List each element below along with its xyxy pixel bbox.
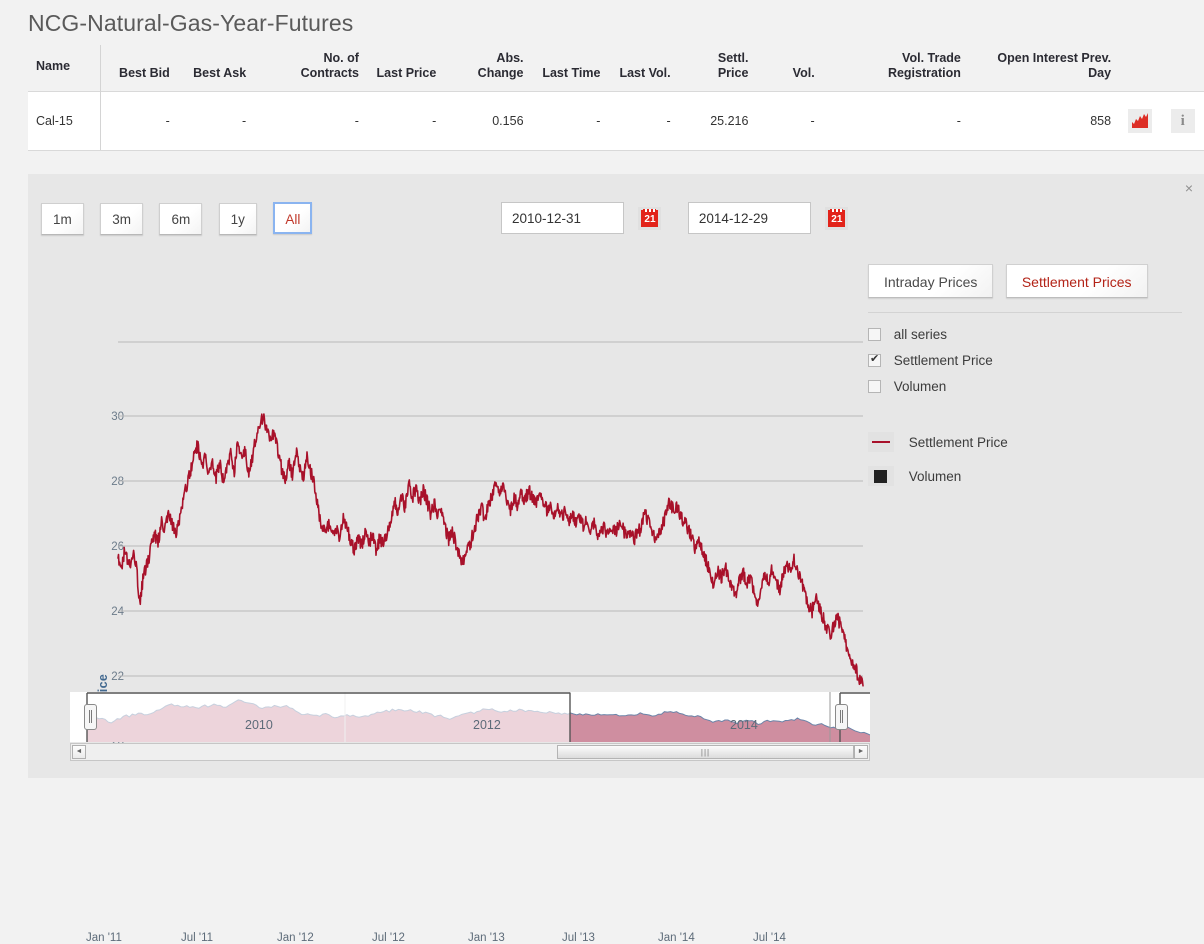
cell-last-time: -: [531, 91, 609, 151]
cell-last-price: -: [366, 91, 445, 151]
navigator-year-2012: 2012: [473, 718, 501, 732]
col-header-best-ask[interactable]: Best Ask: [177, 45, 255, 92]
x-tick-7: Jul '14: [753, 932, 786, 944]
legend-item-volumen[interactable]: Volumen: [868, 466, 1192, 486]
checkbox-row-volumen[interactable]: Volumen: [868, 379, 1192, 394]
col-header-settl-price[interactable]: Settl. Price: [678, 45, 757, 92]
cell-settl-price: 25.216: [678, 91, 757, 151]
tab-settlement-prices[interactable]: Settlement Prices: [1005, 264, 1148, 298]
date-to-input[interactable]: [687, 202, 811, 234]
cell-open-interest-prev-day: 858: [968, 91, 1120, 151]
checkbox-row-settlement-price[interactable]: Settlement Price: [868, 352, 1192, 368]
cell-last-vol: -: [608, 91, 679, 151]
series-sidebar: Intraday Prices Settlement Prices all se…: [868, 264, 1192, 500]
app-root: NCG-Natural-Gas-Year-Futures Name Best B…: [0, 0, 1204, 944]
x-tick-6: Jan '14: [658, 932, 695, 944]
info-glyph: i: [1180, 113, 1185, 129]
chart-gridlines: [118, 341, 863, 677]
x-tick-1: Jul '11: [181, 932, 214, 944]
x-tick-3: Jul '12: [372, 932, 405, 944]
legend-item-settlement-price[interactable]: Settlement Price: [868, 432, 1192, 452]
col-header-best-bid[interactable]: Best Bid: [100, 45, 178, 92]
legend-label-settlement-price: Settlement Price: [908, 435, 1008, 450]
cell-chart-action[interactable]: [1119, 91, 1162, 151]
legend-label-volumen: Volumen: [908, 469, 962, 484]
col-header-last-vol[interactable]: Last Vol.: [608, 45, 679, 92]
range-button-3m[interactable]: 3m: [100, 203, 143, 235]
chart-icon[interactable]: [1128, 109, 1153, 133]
tab-intraday-prices[interactable]: Intraday Prices: [868, 264, 994, 298]
date-from-input[interactable]: [501, 202, 624, 234]
range-button-1y[interactable]: 1y: [218, 203, 257, 235]
cell-best-bid: -: [100, 91, 178, 151]
cell-best-ask: -: [177, 91, 255, 151]
checkbox-row-all-series[interactable]: all series: [868, 327, 1192, 342]
checkbox-label-volumen: Volumen: [893, 379, 947, 394]
col-header-last-price[interactable]: Last Price: [366, 45, 445, 92]
price-plot: Price 30 28 26 24 22 20 Jan '11 Jul '11 …: [70, 254, 870, 944]
calendar-glyph-to: 21: [828, 208, 846, 227]
cell-abs-change: 0.156: [444, 91, 532, 151]
cell-info-action[interactable]: i: [1161, 91, 1204, 151]
x-tick-2: Jan '12: [277, 932, 314, 944]
navigator-year-2010: 2010: [245, 718, 273, 732]
legend-line-swatch-icon: [868, 432, 894, 452]
info-icon[interactable]: i: [1170, 109, 1195, 133]
calendar-glyph-from: 21: [641, 208, 659, 227]
range-button-1m[interactable]: 1m: [41, 203, 84, 235]
cell-no-of-contracts: -: [254, 91, 367, 151]
chart-panel: × 1m 3m 6m 1y All 21 21 Intraday Prices …: [28, 174, 1204, 944]
col-header-name[interactable]: Name: [28, 45, 102, 92]
col-header-chart-spacer: [1119, 45, 1162, 92]
cell-vol: -: [756, 91, 823, 151]
navigator-handle-right[interactable]: [835, 704, 848, 730]
checkbox-label-all-series: all series: [893, 327, 948, 342]
navigator-scrollbar-thumb[interactable]: |||: [557, 745, 854, 759]
navigator-scrollbar-track[interactable]: ◄ ||| ►: [70, 743, 870, 761]
col-header-vol[interactable]: Vol.: [756, 45, 823, 92]
quote-table: Name Best Bid Best Ask No. of Contracts …: [28, 45, 1204, 151]
chart-legend: Settlement Price Volumen: [868, 432, 1192, 486]
col-header-no-of-contracts[interactable]: No. of Contracts: [254, 45, 367, 92]
cell-vol-trade-registration: -: [822, 91, 969, 151]
range-button-6m[interactable]: 6m: [159, 203, 203, 235]
close-icon[interactable]: ×: [1185, 181, 1193, 195]
table-row[interactable]: Cal-15 - - - - 0.156 - - 25.216 - - 858: [28, 91, 1204, 151]
date-range-group: 21 21: [501, 202, 870, 234]
scroll-left-icon[interactable]: ◄: [72, 745, 86, 759]
col-header-vol-trade-registration[interactable]: Vol. Trade Registration: [822, 45, 969, 92]
col-header-info-spacer: [1161, 45, 1204, 92]
cell-name: Cal-15: [28, 91, 102, 151]
checkbox-label-settlement-price: Settlement Price: [893, 353, 993, 368]
x-tick-4: Jan '13: [468, 932, 505, 944]
price-line-chart: [117, 341, 864, 687]
x-tick-0: Jan '11: [86, 932, 122, 944]
settlement-price-line: [117, 413, 864, 687]
chart-navigator[interactable]: 2010 2012 2014 ◄ ||| ►: [70, 692, 870, 762]
col-header-last-time[interactable]: Last Time: [531, 45, 609, 92]
calendar-icon-to[interactable]: 21: [825, 206, 849, 230]
x-tick-5: Jul '13: [562, 932, 595, 944]
range-button-all[interactable]: All: [273, 202, 313, 234]
calendar-icon-from[interactable]: 21: [638, 206, 662, 230]
range-selector: 1m 3m 6m 1y All: [41, 202, 324, 235]
navigator-year-2014: 2014: [730, 718, 758, 732]
col-header-abs-change[interactable]: Abs. Change: [444, 45, 532, 92]
legend-block-swatch-icon: [868, 466, 894, 486]
col-header-open-interest-prev-day[interactable]: Open Interest Prev. Day: [968, 45, 1120, 92]
table-header-row: Name Best Bid Best Ask No. of Contracts …: [28, 45, 1204, 92]
date-to-group: 21: [687, 202, 870, 234]
scroll-right-icon[interactable]: ►: [854, 745, 868, 759]
date-from-group: 21: [501, 202, 683, 234]
navigator-handle-left[interactable]: [84, 704, 97, 730]
page-title: NCG-Natural-Gas-Year-Futures: [28, 10, 354, 36]
price-type-tabs: Intraday Prices Settlement Prices: [868, 264, 1192, 298]
sidebar-divider: [868, 312, 1182, 313]
